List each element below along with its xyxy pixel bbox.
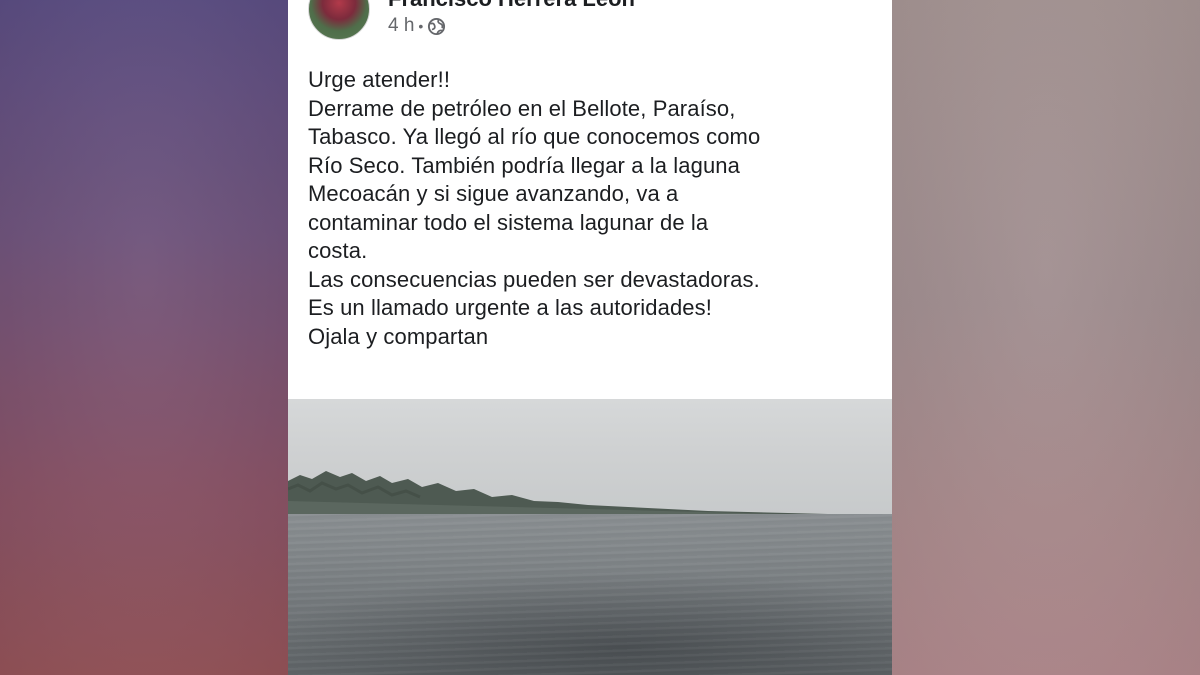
facebook-post-card: Francisco Herrera León 4 h • Urge atende… (288, 0, 892, 675)
blurred-background-right (892, 0, 1200, 675)
photo-water (288, 514, 892, 675)
post-body: Urge atender!! Derrame de petróleo en el… (308, 66, 878, 351)
meta-separator: • (418, 18, 424, 34)
post-text-line: costa. (308, 238, 368, 263)
post-text-line: Tabasco. Ya llegó al río que conocemos c… (308, 124, 761, 149)
post-text-line: Ojala y compartan (308, 323, 489, 349)
post-text-line: Río Seco. También podría llegar a la lag… (308, 152, 740, 178)
globe-icon[interactable] (427, 17, 446, 36)
blurred-background-left (0, 0, 290, 675)
post-text-line: Mecoacán y si sigue avanzando, va a (308, 181, 679, 206)
post-text-line: contaminar todo el sistema lagunar de la (308, 209, 709, 235)
post-text-line: Las consecuencias pueden ser devastadora… (308, 266, 760, 292)
author-avatar[interactable] (308, 0, 370, 40)
post-text-line: Es un llamado urgente a las autoridades! (308, 295, 712, 320)
post-photo[interactable] (288, 399, 892, 675)
post-header: Francisco Herrera León 4 h • (288, 0, 892, 50)
author-name[interactable]: Francisco Herrera León (388, 0, 635, 12)
post-timestamp[interactable]: 4 h (388, 15, 414, 37)
post-text-line: Derrame de petróleo en el Bellote, Paraí… (308, 95, 736, 121)
post-meta: 4 h • (388, 15, 446, 37)
post-text-line: Urge atender!! (308, 67, 451, 92)
